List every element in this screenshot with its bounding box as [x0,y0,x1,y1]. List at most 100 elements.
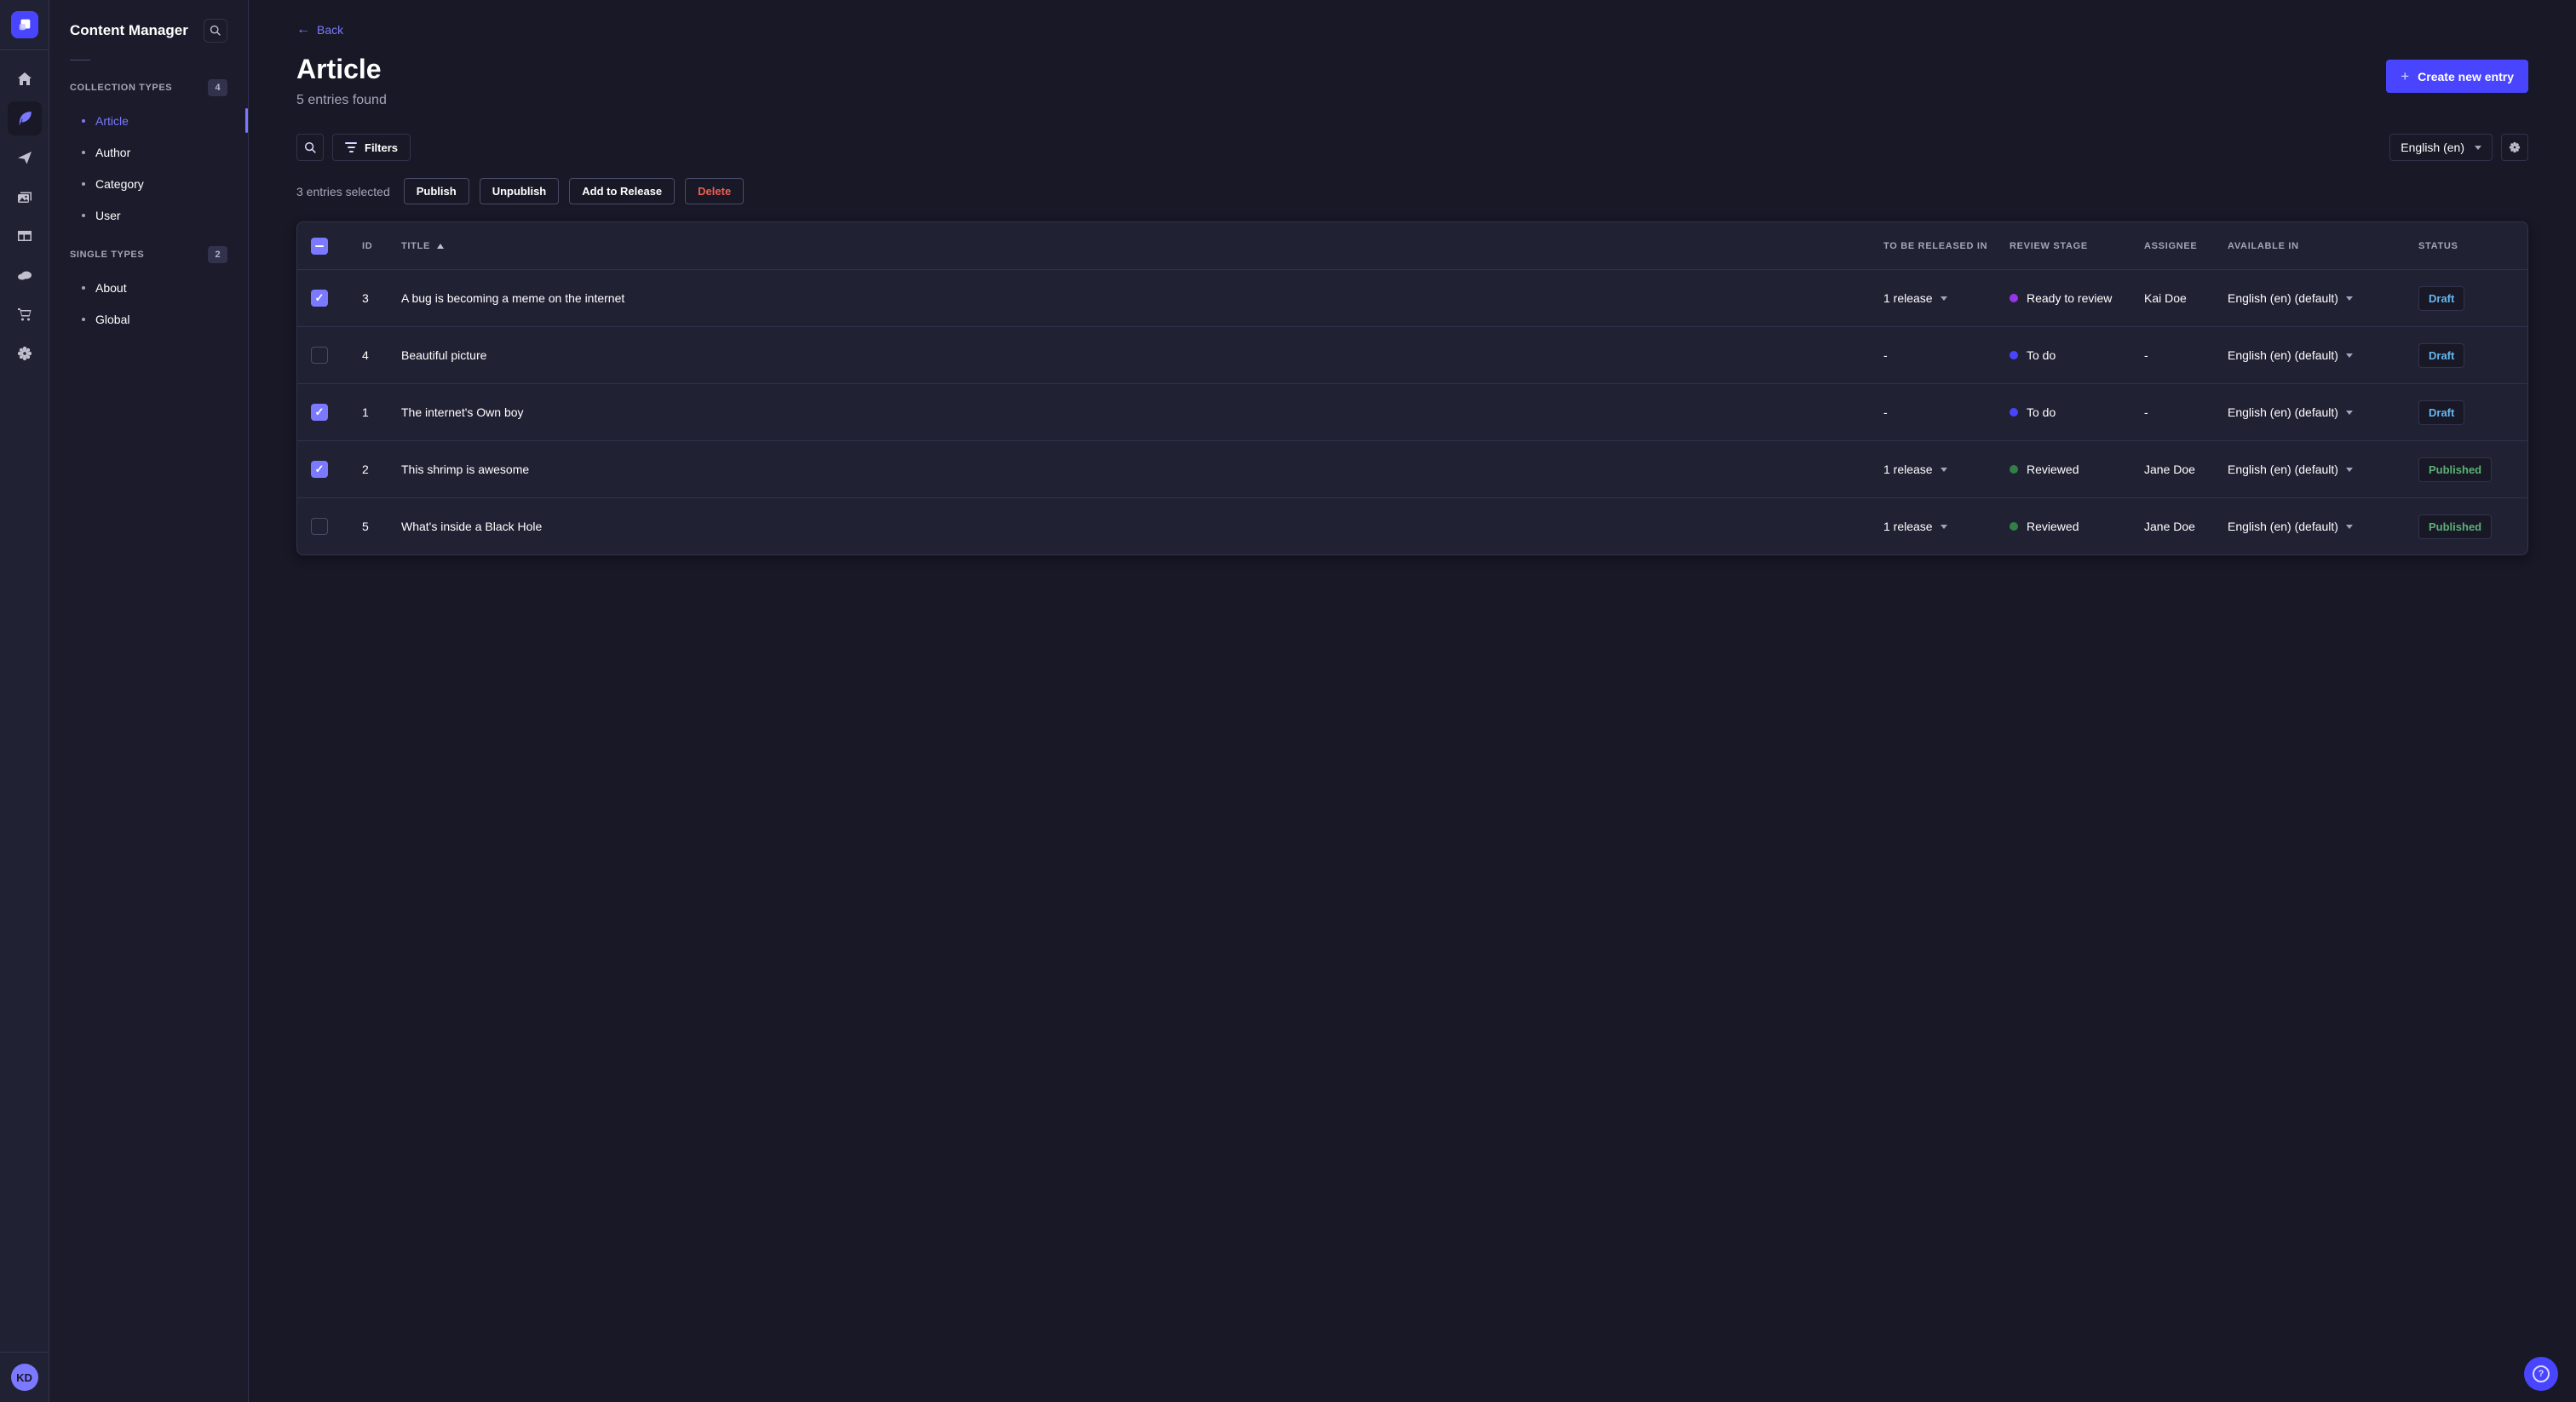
stage-dot [2010,351,2018,360]
chevron-down-icon [1940,524,1947,529]
bullet-icon [82,213,85,217]
column-header-available-in[interactable]: AVAILABLE IN [2228,241,2418,251]
chevron-down-icon [2345,524,2353,529]
subnav-title: Content Manager [70,22,188,38]
rail-divider [0,49,49,50]
cell-title: The internet's Own boy [401,405,524,420]
strapi-logo-icon [19,19,30,31]
delete-button[interactable]: Delete [685,178,745,205]
rail-divider-bottom [0,1352,49,1353]
cell-locale-dropdown[interactable]: English (en) (default) [2228,463,2418,476]
column-header-title[interactable]: TITLE [401,241,1883,251]
sort-ascending-icon [437,243,445,249]
cloud-icon[interactable] [8,258,42,292]
cell-locale-dropdown[interactable]: English (en) (default) [2228,405,2418,419]
home-icon[interactable] [8,62,42,96]
table-row[interactable]: 5 What's inside a Black Hole 1 release R… [297,497,2527,554]
sidebar-item-about[interactable]: About [70,272,227,303]
bullet-icon [82,181,85,186]
single-types-count-badge: 2 [208,246,227,263]
filters-button[interactable]: Filters [332,134,411,162]
cell-release-dropdown[interactable]: 1 release [1883,463,2010,476]
row-checkbox[interactable] [311,347,328,365]
sidebar-item-category[interactable]: Category [70,168,227,199]
table-row[interactable]: 2 This shrimp is awesome 1 release Revie… [297,440,2527,497]
cell-assignee: - [2144,405,2148,420]
app-window: KD Content Manager COLLECTION TYPES 4 Ar… [0,0,2576,1402]
view-settings-button[interactable] [2501,134,2528,162]
create-new-entry-button[interactable]: + Create new entry [2386,60,2528,93]
stage-dot [2010,465,2018,474]
chevron-down-icon [1940,467,1947,472]
sidebar-item-global[interactable]: Global [70,303,227,335]
stage-dot [2010,294,2018,303]
chevron-down-icon [2345,296,2353,301]
cell-review-stage: Reviewed [2010,520,2144,533]
bullet-icon [82,285,85,290]
row-checkbox[interactable] [311,518,328,536]
section-label-single-types: SINGLE TYPES [70,250,145,260]
column-header-id[interactable]: ID [362,241,401,251]
publish-button[interactable]: Publish [403,178,469,205]
help-button[interactable]: ? [2524,1357,2558,1391]
table-row[interactable]: 3 A bug is becoming a meme on the intern… [297,269,2527,326]
cell-locale-dropdown[interactable]: English (en) (default) [2228,348,2418,362]
row-checkbox[interactable] [311,290,328,307]
stage-dot [2010,522,2018,531]
settings-gear-icon[interactable] [8,336,42,371]
status-badge: Published [2418,514,2493,539]
row-checkbox[interactable] [311,404,328,422]
sidebar-item-author[interactable]: Author [70,136,227,168]
status-badge: Draft [2418,285,2465,311]
column-header-review-stage[interactable]: REVIEW STAGE [2010,241,2144,251]
table-search-button[interactable] [296,134,324,162]
stage-dot [2010,408,2018,417]
marketplace-cart-icon[interactable] [8,297,42,331]
table-row[interactable]: 1 The internet's Own boy - To do - Engli… [297,383,2527,440]
sidebar-item-article[interactable]: Article [70,105,248,136]
main-nav-rail: KD [0,0,49,1402]
content-manager-feather-icon[interactable] [7,101,42,135]
table-header-row: ID TITLE TO BE RELEASED IN REVIEW STAGE … [297,222,2527,269]
cell-locale-dropdown[interactable]: English (en) (default) [2228,291,2418,305]
cell-review-stage: To do [2010,405,2144,419]
strapi-logo[interactable] [10,11,38,38]
user-avatar[interactable]: KD [10,1364,38,1391]
unpublish-button[interactable]: Unpublish [479,178,560,205]
add-to-release-button[interactable]: Add to Release [569,178,676,205]
cell-id: 2 [362,463,369,477]
releases-send-icon[interactable] [8,141,42,175]
cell-release-dropdown[interactable]: 1 release [1883,520,2010,533]
table-row[interactable]: 4 Beautiful picture - To do - English (e… [297,326,2527,383]
back-link[interactable]: ← Back [296,23,343,37]
entries-count: 5 entries found [296,93,387,108]
bullet-icon [82,118,85,123]
row-checkbox[interactable] [311,461,328,479]
cell-locale-dropdown[interactable]: English (en) (default) [2228,520,2418,533]
main-content: ← Back Article 5 entries found + Create … [249,0,2576,1402]
media-library-icon[interactable] [8,180,42,214]
column-header-to-be-released-in[interactable]: TO BE RELEASED IN [1883,241,2010,251]
locale-select[interactable]: English (en) [2389,134,2493,162]
select-all-checkbox[interactable] [311,237,328,255]
content-type-builder-icon[interactable] [8,219,42,253]
status-badge: Draft [2418,342,2465,368]
status-badge: Draft [2418,399,2465,425]
cell-review-stage: Reviewed [2010,463,2144,476]
selection-count-text: 3 entries selected [296,184,390,198]
status-badge: Published [2418,457,2493,482]
column-header-status[interactable]: STATUS [2418,241,2514,251]
cell-release-dropdown[interactable]: 1 release [1883,291,2010,305]
subnav-search-button[interactable] [204,19,227,43]
search-icon [304,141,316,153]
cell-title: A bug is becoming a meme on the internet [401,291,625,306]
sidebar-item-user[interactable]: User [70,199,227,231]
search-icon [210,25,221,36]
chevron-down-icon [1940,296,1947,301]
plus-icon: + [2401,68,2410,84]
column-header-assignee[interactable]: ASSIGNEE [2144,241,2228,251]
cell-id: 1 [362,405,369,420]
gear-icon [2509,142,2521,153]
chevron-down-icon [2475,145,2481,150]
cell-release: - [1883,348,1888,363]
